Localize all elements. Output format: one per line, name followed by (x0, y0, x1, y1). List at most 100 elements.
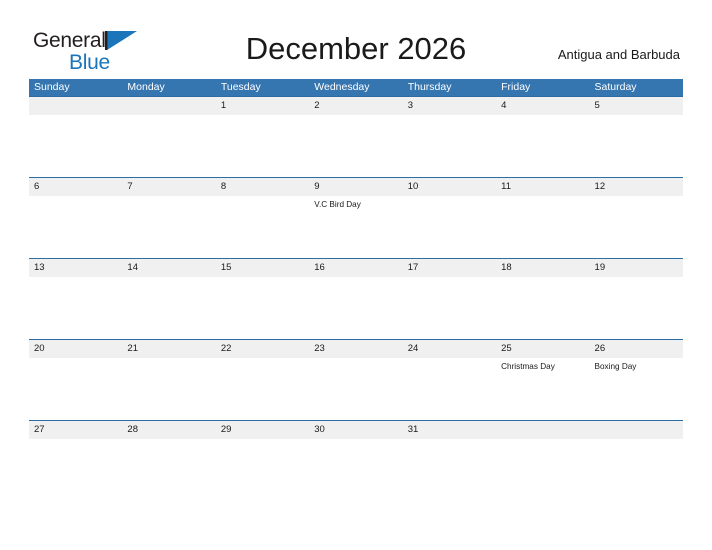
day-number-band: 26 (589, 340, 683, 358)
day-cell[interactable]: 22 (215, 340, 310, 420)
day-number-band: 15 (215, 259, 310, 277)
day-number: 19 (594, 262, 606, 273)
week-row: 13 14 15 16 17 18 19 (29, 258, 683, 339)
day-number-band: 8 (215, 178, 310, 196)
day-number-band: 13 (29, 259, 123, 277)
weekday-header-monday: Monday (127, 81, 165, 93)
day-number-band: 4 (496, 97, 590, 115)
day-number-band: 30 (309, 421, 403, 439)
day-cell[interactable]: 17 (402, 259, 497, 339)
weekday-header-row: Sunday Monday Tuesday Wednesday Thursday… (29, 79, 683, 96)
day-number: 28 (127, 424, 138, 435)
day-number-band: 29 (215, 421, 310, 439)
day-cell[interactable]: 19 (589, 259, 683, 339)
day-cell[interactable]: 27 (29, 421, 123, 501)
day-number-band: 19 (589, 259, 683, 277)
day-cell[interactable]: 21 (122, 340, 216, 420)
day-cell[interactable]: 16 (309, 259, 403, 339)
day-number: 27 (34, 424, 45, 435)
day-event: Boxing Day (594, 362, 637, 371)
weekday-header-friday: Friday (501, 81, 531, 93)
day-cell[interactable]: 3 (402, 97, 497, 177)
day-event: Christmas Day (501, 362, 555, 371)
day-cell[interactable]: 26 Boxing Day (589, 340, 683, 420)
day-cell[interactable]: 13 (29, 259, 123, 339)
day-number-band: 25 (496, 340, 590, 358)
day-number-band: 31 (402, 421, 497, 439)
day-number-band: 14 (122, 259, 216, 277)
day-cell[interactable]: 5 (589, 97, 683, 177)
week-row: 6 7 8 9 V.C Bird Day 10 11 12 (29, 177, 683, 258)
day-number-band: 28 (122, 421, 216, 439)
day-number: 16 (314, 262, 325, 273)
day-number: 5 (594, 100, 600, 111)
day-number: 23 (314, 343, 325, 354)
week-row: 20 21 22 23 24 25 Christmas Day 26 Boxing … (29, 339, 683, 420)
day-number: 30 (314, 424, 325, 435)
day-number: 8 (220, 181, 227, 192)
day-cell[interactable]: 14 (122, 259, 216, 339)
day-number-band: 22 (215, 340, 310, 358)
day-number: 4 (501, 100, 507, 111)
day-number-band (29, 97, 123, 115)
day-cell[interactable]: 31 (402, 421, 497, 501)
day-number: 6 (34, 181, 40, 192)
day-cell[interactable]: 29 (215, 421, 310, 501)
day-number: 9 (314, 181, 320, 192)
weekday-header-saturday: Saturday (594, 81, 637, 93)
day-cell[interactable]: 28 (122, 421, 216, 501)
day-number: 12 (594, 181, 606, 192)
weekday-header-wednesday: Wednesday (314, 81, 370, 93)
day-cell[interactable]: 7 (122, 178, 216, 258)
day-number: 13 (34, 262, 45, 273)
weekday-header-sunday: Sunday (34, 81, 70, 93)
day-cell[interactable] (29, 97, 123, 177)
day-number: 26 (594, 343, 606, 354)
day-number-band: 17 (402, 259, 497, 277)
day-cell[interactable]: 10 (402, 178, 497, 258)
region-label: Antigua and Barbuda (557, 47, 680, 62)
day-number-band: 12 (589, 178, 683, 196)
day-cell[interactable]: 18 (496, 259, 590, 339)
day-number: 31 (407, 424, 419, 435)
day-cell[interactable]: 6 (29, 178, 123, 258)
day-number: 18 (501, 262, 512, 273)
day-number: 24 (407, 343, 419, 354)
day-number-band (122, 97, 216, 115)
day-cell[interactable]: 24 (402, 340, 497, 420)
day-cell[interactable] (496, 421, 590, 501)
day-number: 29 (220, 424, 232, 435)
day-number: 14 (127, 262, 138, 273)
day-cell[interactable] (122, 97, 216, 177)
day-number-band: 2 (309, 97, 403, 115)
day-number-band: 21 (122, 340, 216, 358)
day-cell[interactable]: 15 (215, 259, 310, 339)
day-event: V.C Bird Day (314, 200, 361, 209)
day-cell[interactable] (589, 421, 683, 501)
day-cell[interactable]: 25 Christmas Day (496, 340, 590, 420)
day-number-band: 16 (309, 259, 403, 277)
day-cell[interactable]: 4 (496, 97, 590, 177)
day-cell[interactable]: 2 (309, 97, 403, 177)
week-row: 27 28 29 30 31 (29, 420, 683, 501)
day-number-band: 3 (402, 97, 497, 115)
day-cell[interactable]: 1 (215, 97, 310, 177)
day-number-band: 1 (215, 97, 310, 115)
weekday-header-tuesday: Tuesday (220, 81, 261, 93)
day-cell[interactable]: 11 (496, 178, 590, 258)
day-number: 1 (220, 100, 227, 111)
day-number: 11 (501, 181, 511, 192)
day-number-band (589, 421, 683, 439)
day-number-band (496, 421, 590, 439)
day-number-band: 23 (309, 340, 403, 358)
day-cell[interactable]: 20 (29, 340, 123, 420)
day-cell[interactable]: 23 (309, 340, 403, 420)
day-number: 25 (501, 343, 512, 354)
day-cell[interactable]: 12 (589, 178, 683, 258)
day-cell[interactable]: 8 (215, 178, 310, 258)
day-cell[interactable]: 9 V.C Bird Day (309, 178, 403, 258)
day-number-band: 10 (402, 178, 497, 196)
day-number: 2 (314, 100, 320, 111)
day-number-band: 7 (122, 178, 216, 196)
day-cell[interactable]: 30 (309, 421, 403, 501)
